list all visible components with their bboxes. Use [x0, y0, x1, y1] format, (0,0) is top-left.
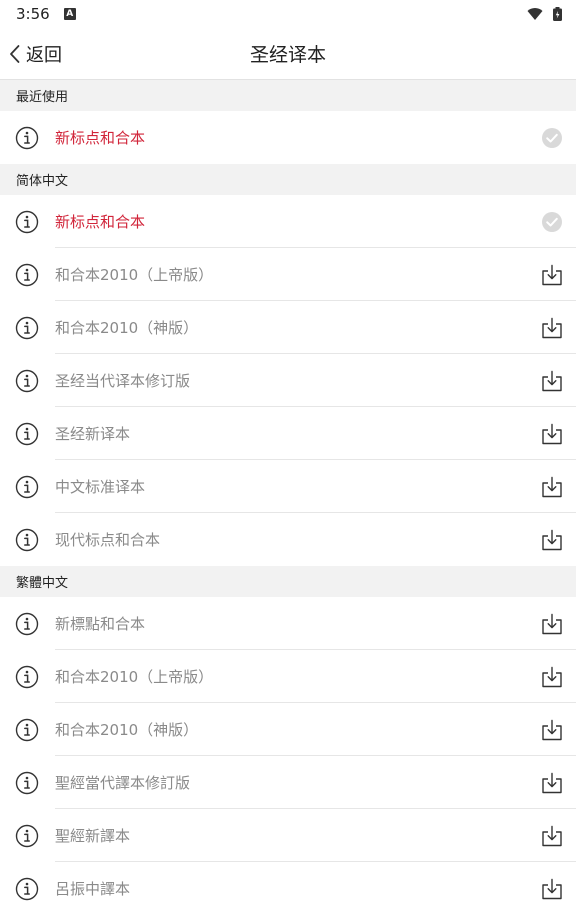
section-header: 简体中文 — [0, 164, 576, 195]
version-label: 现代标点和合本 — [55, 531, 161, 549]
version-row[interactable]: 和合本2010（上帝版） — [0, 650, 576, 703]
wifi-icon — [527, 8, 543, 20]
version-label: 和合本2010（上帝版） — [55, 668, 214, 686]
version-row[interactable]: 聖經當代譯本修訂版 — [0, 756, 576, 809]
section-header: 最近使用 — [0, 80, 576, 111]
back-button[interactable]: 返回 — [8, 28, 62, 80]
section-header: 繁體中文 — [0, 566, 576, 597]
checkmark-icon — [540, 210, 564, 234]
download-icon[interactable] — [540, 369, 564, 393]
version-row[interactable]: 新標點和合本 — [0, 597, 576, 650]
info-icon[interactable] — [15, 210, 39, 234]
version-row[interactable]: 新标点和合本 — [0, 111, 576, 164]
info-icon[interactable] — [15, 316, 39, 340]
version-row[interactable]: 和合本2010（神版） — [0, 301, 576, 354]
version-row[interactable]: 聖經新譯本 — [0, 809, 576, 862]
info-icon[interactable] — [15, 422, 39, 446]
info-icon[interactable] — [15, 475, 39, 499]
download-icon[interactable] — [540, 422, 564, 446]
download-icon[interactable] — [540, 528, 564, 552]
version-label: 和合本2010（神版） — [55, 319, 199, 337]
download-icon[interactable] — [540, 771, 564, 795]
status-bar: 3:56 A — [0, 0, 576, 28]
version-label: 圣经新译本 — [55, 425, 131, 443]
version-row[interactable]: 新标点和合本 — [0, 195, 576, 248]
version-label: 聖經當代譯本修訂版 — [55, 774, 191, 792]
download-icon[interactable] — [540, 263, 564, 287]
chevron-left-icon — [10, 45, 20, 63]
version-label: 中文标准译本 — [55, 478, 146, 496]
status-time: 3:56 — [16, 5, 50, 23]
version-row[interactable]: 圣经当代译本修订版 — [0, 354, 576, 407]
version-label: 呂振中譯本 — [55, 880, 131, 898]
page-title: 圣经译本 — [249, 44, 326, 66]
version-label: 新标点和合本 — [55, 213, 146, 231]
info-icon[interactable] — [15, 665, 39, 689]
download-icon[interactable] — [540, 718, 564, 742]
info-icon[interactable] — [15, 369, 39, 393]
download-icon[interactable] — [540, 475, 564, 499]
info-icon[interactable] — [15, 528, 39, 552]
info-icon[interactable] — [15, 771, 39, 795]
version-row[interactable]: 中文标准译本 — [0, 460, 576, 513]
version-label: 新標點和合本 — [55, 615, 146, 633]
download-icon[interactable] — [540, 612, 564, 636]
version-label: 和合本2010（上帝版） — [55, 266, 214, 284]
version-row[interactable]: 圣经新译本 — [0, 407, 576, 460]
download-icon[interactable] — [540, 316, 564, 340]
version-row[interactable]: 和合本2010（上帝版） — [0, 248, 576, 301]
battery-icon — [553, 7, 562, 21]
info-icon[interactable] — [15, 718, 39, 742]
info-icon[interactable] — [15, 263, 39, 287]
version-label: 聖經新譯本 — [55, 827, 131, 845]
nav-bar: 返回 圣经译本 — [0, 28, 576, 80]
version-row[interactable]: 和合本2010（神版） — [0, 703, 576, 756]
version-row[interactable]: 呂振中譯本 — [0, 862, 576, 915]
download-icon[interactable] — [540, 665, 564, 689]
version-row[interactable]: 现代标点和合本 — [0, 513, 576, 566]
info-icon[interactable] — [15, 877, 39, 901]
info-icon[interactable] — [15, 126, 39, 150]
version-label: 新标点和合本 — [55, 129, 146, 147]
version-label: 和合本2010（神版） — [55, 721, 199, 739]
notification-icon: A — [63, 8, 76, 20]
checkmark-icon — [540, 126, 564, 150]
info-icon[interactable] — [15, 612, 39, 636]
back-label: 返回 — [26, 45, 62, 66]
version-label: 圣经当代译本修订版 — [55, 372, 191, 390]
download-icon[interactable] — [540, 824, 564, 848]
download-icon[interactable] — [540, 877, 564, 901]
info-icon[interactable] — [15, 824, 39, 848]
version-list: 最近使用 新标点和合本 简体中文 新标点和合本 和合本2010（上帝版） 和合本2010（… — [0, 80, 576, 915]
